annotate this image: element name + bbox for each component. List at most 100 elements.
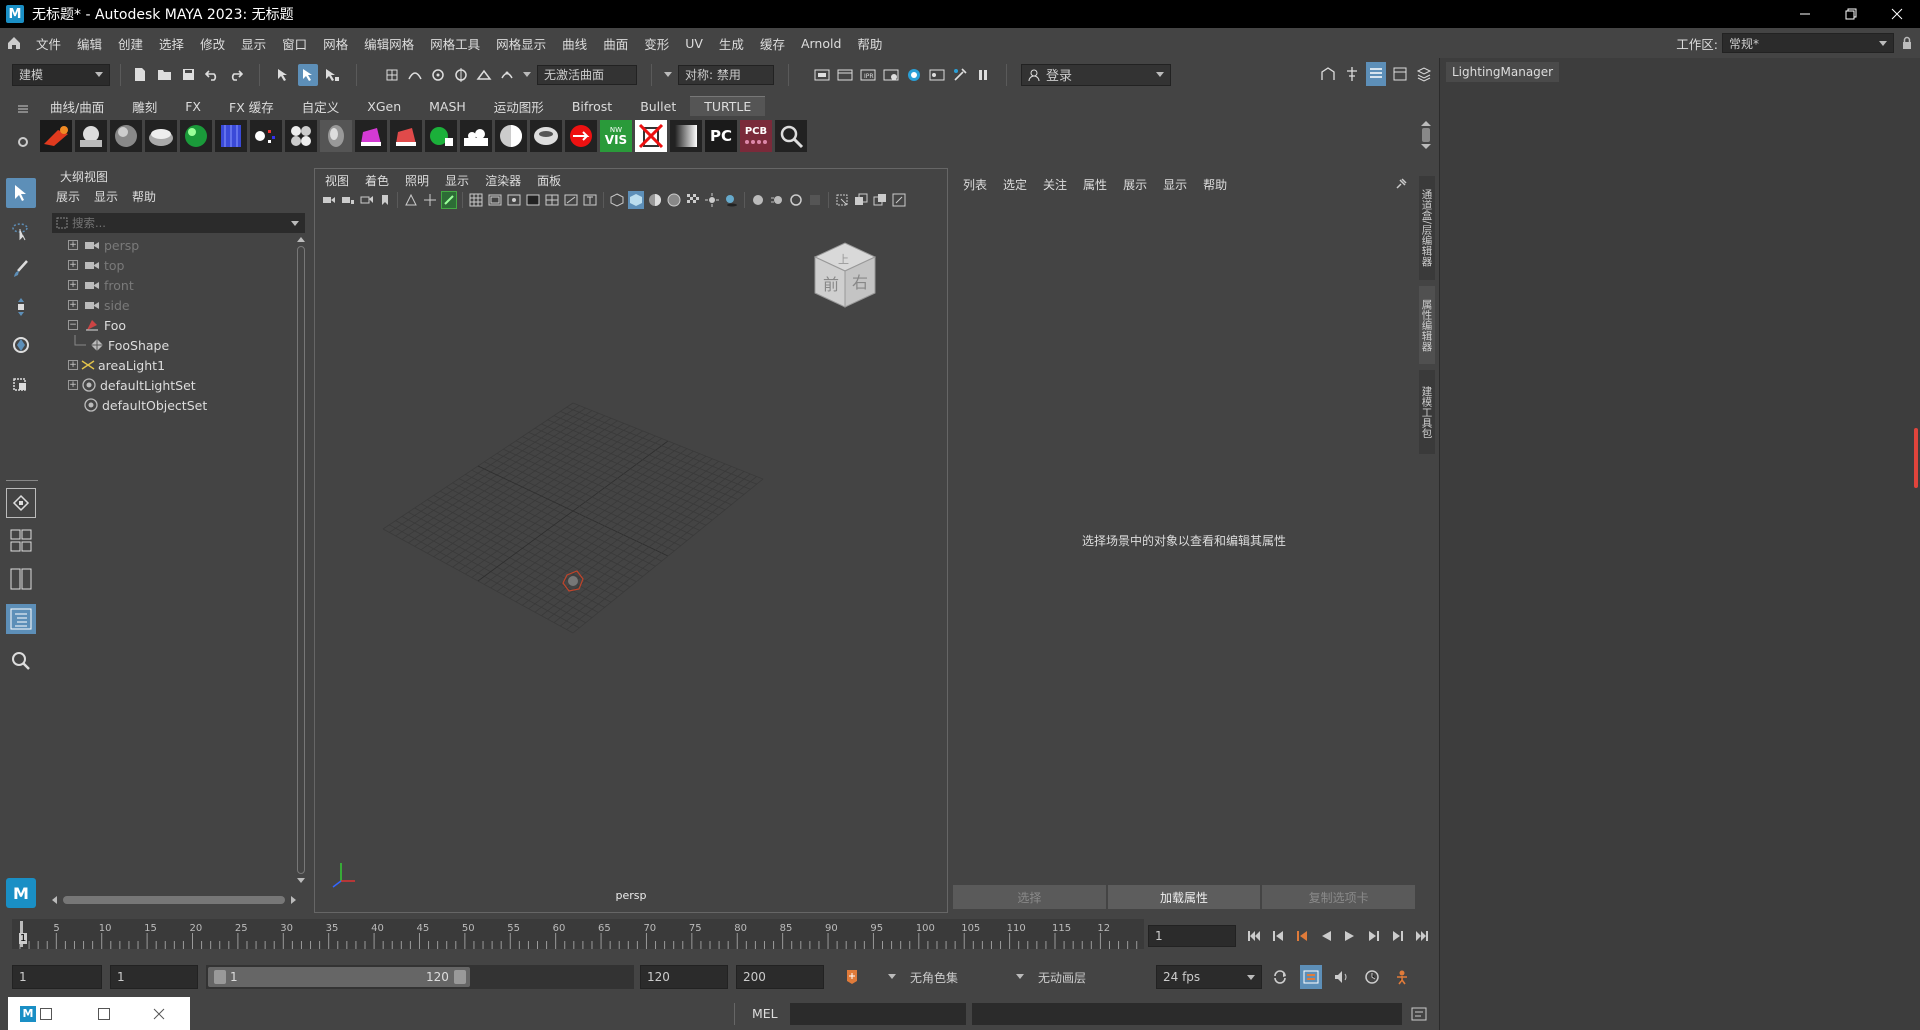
bookmark-icon[interactable] — [378, 191, 392, 209]
tree-item-front[interactable]: + front — [68, 275, 283, 295]
sidebar-toggle-icon[interactable] — [1318, 62, 1338, 86]
wireframe-on-shaded-icon[interactable] — [666, 191, 682, 209]
step-forward-frame-icon[interactable] — [1388, 925, 1408, 947]
turtle-shelf-icon-6[interactable] — [215, 120, 247, 152]
play-forwards-icon[interactable] — [1340, 925, 1360, 947]
snap-to-grid-icon[interactable] — [383, 64, 401, 86]
viewport-canvas[interactable]: 前 右 上 — [315, 213, 947, 893]
lighting-manager-tab[interactable]: LightingManager — [1446, 62, 1560, 82]
turtle-shelf-icon-1[interactable] — [40, 120, 72, 152]
shelf-tab-4[interactable]: 自定义 — [288, 96, 354, 116]
expand-icon[interactable]: + — [68, 360, 78, 370]
collapse-icon[interactable]: − — [68, 320, 78, 330]
multisample-aa-icon[interactable] — [788, 191, 804, 209]
attribute-editor-toggle-icon[interactable] — [1366, 62, 1386, 86]
symmetry-field[interactable]: 对称: 禁用 — [678, 64, 774, 85]
go-to-start-icon[interactable] — [1244, 925, 1264, 947]
turtle-shelf-icon-15[interactable] — [530, 120, 562, 152]
shelf-tab-5[interactable]: XGen — [353, 96, 415, 116]
tool-settings-icon[interactable] — [1390, 62, 1410, 86]
turtle-shelf-icon-16[interactable] — [565, 120, 597, 152]
tree-item-fooshape[interactable]: FooShape — [68, 335, 283, 355]
playback-start-field[interactable]: 1 — [110, 965, 198, 989]
live-surface-field[interactable]: 无激活曲面 — [537, 64, 637, 85]
side-tab-modeling-toolkit[interactable]: 建模工具包 — [1419, 370, 1435, 454]
render-frame-icon[interactable] — [813, 64, 831, 86]
menu-item-10[interactable]: 网格显示 — [488, 34, 554, 53]
tree-item-side[interactable]: + side — [68, 295, 283, 315]
menu-item-3[interactable]: 选择 — [151, 34, 192, 53]
turtle-shelf-icon-7[interactable] — [250, 120, 282, 152]
shelf-tab-0[interactable]: 曲线/曲面 — [36, 96, 118, 116]
grid-toggle-icon[interactable] — [468, 191, 484, 209]
filter-icon[interactable] — [52, 213, 72, 233]
menu-item-11[interactable]: 曲线 — [554, 34, 595, 53]
turtle-shelf-icon-12[interactable] — [425, 120, 457, 152]
shelf-settings-gear-icon[interactable] — [14, 133, 32, 151]
turtle-shelf-icon-5[interactable] — [180, 120, 212, 152]
maya-logo-icon[interactable]: M — [6, 878, 36, 908]
restore-window-icon[interactable] — [1828, 0, 1874, 28]
anim-layer-caret[interactable] — [1016, 974, 1024, 979]
menu-item-15[interactable]: 生成 — [711, 34, 752, 53]
shelf-tab-8[interactable]: Bifrost — [558, 96, 626, 116]
script-editor-icon[interactable] — [1408, 1003, 1430, 1025]
outliner-layout-icon[interactable] — [6, 604, 36, 634]
turtle-shelf-icon-8[interactable] — [285, 120, 317, 152]
snap-to-curve-icon[interactable] — [406, 64, 424, 86]
side-tab-attribute-editor[interactable]: 属性编辑器 — [1419, 286, 1435, 364]
range-bar-left-handle[interactable] — [214, 970, 226, 984]
close-window-icon[interactable] — [1874, 0, 1920, 28]
snap-to-point-icon[interactable] — [429, 64, 447, 86]
anim-layer-field[interactable]: 无动画层 — [1032, 965, 1132, 989]
shelf-tab-1[interactable]: 雕刻 — [118, 96, 171, 116]
smooth-shade-icon[interactable] — [628, 191, 644, 209]
wireframe-icon[interactable] — [609, 191, 625, 209]
playback-end-field[interactable]: 120 — [640, 965, 728, 989]
ipr-render-icon[interactable]: IPR — [859, 64, 877, 86]
expand-icon[interactable]: + — [68, 260, 78, 270]
viewport-menu-item-3[interactable]: 显示 — [445, 172, 469, 189]
animation-start-field[interactable]: 1 — [12, 965, 102, 989]
menu-item-14[interactable]: UV — [677, 36, 711, 51]
select-by-object-icon[interactable] — [298, 63, 318, 86]
viewport-menu-item-2[interactable]: 照明 — [405, 172, 429, 189]
sound-icon[interactable] — [1332, 965, 1352, 989]
search-options-caret[interactable] — [291, 220, 299, 226]
two-view-layout-icon[interactable] — [6, 564, 36, 594]
search-icon[interactable] — [6, 646, 36, 676]
shelf-scrollbar[interactable] — [1420, 119, 1432, 153]
move-tool-icon[interactable] — [6, 292, 36, 322]
tree-item-arealight1[interactable]: + areaLight1 — [68, 355, 283, 375]
attribute-editor-menu-item-0[interactable]: 列表 — [963, 176, 987, 193]
light-editor-icon[interactable] — [951, 64, 969, 86]
new-scene-icon[interactable] — [131, 64, 149, 86]
gate-mask-icon[interactable] — [525, 191, 541, 209]
menu-item-6[interactable]: 窗口 — [274, 34, 315, 53]
single-perspective-layout-icon[interactable] — [6, 488, 36, 518]
depth-of-field-icon[interactable] — [807, 191, 823, 209]
animation-end-field[interactable]: 200 — [736, 965, 824, 989]
2d-pan-zoom-icon[interactable] — [422, 191, 438, 209]
range-bar-track[interactable]: 1 120 — [206, 965, 634, 989]
outliner-vertical-scrollbar[interactable] — [296, 235, 306, 887]
tree-item-persp[interactable]: + persp — [68, 235, 283, 255]
lasso-tool-icon[interactable] — [6, 216, 36, 246]
load-attributes-button[interactable]: 加载属性 — [1107, 885, 1261, 909]
snap-to-projected-center-icon[interactable] — [452, 64, 470, 86]
attribute-editor-menu-item-6[interactable]: 帮助 — [1203, 176, 1227, 193]
menu-item-7[interactable]: 网格 — [315, 34, 356, 53]
lock-camera-icon[interactable] — [340, 191, 356, 209]
image-plane-icon[interactable] — [403, 191, 419, 209]
range-bar-right-handle[interactable] — [454, 970, 466, 984]
save-scene-icon[interactable] — [179, 64, 197, 86]
turtle-shelf-icon-gradient[interactable] — [670, 120, 702, 152]
screen-space-ao-icon[interactable] — [750, 191, 766, 209]
fps-dropdown[interactable]: 24 fps — [1156, 965, 1262, 989]
turtle-shelf-icon-14[interactable] — [495, 120, 527, 152]
taskbar-restore-icon[interactable] — [40, 1007, 52, 1020]
menu-item-12[interactable]: 曲面 — [595, 34, 636, 53]
turtle-shelf-icon-vis[interactable]: NW VIS — [600, 120, 632, 152]
menu-item-13[interactable]: 变形 — [636, 34, 677, 53]
redo-icon[interactable] — [227, 64, 245, 86]
